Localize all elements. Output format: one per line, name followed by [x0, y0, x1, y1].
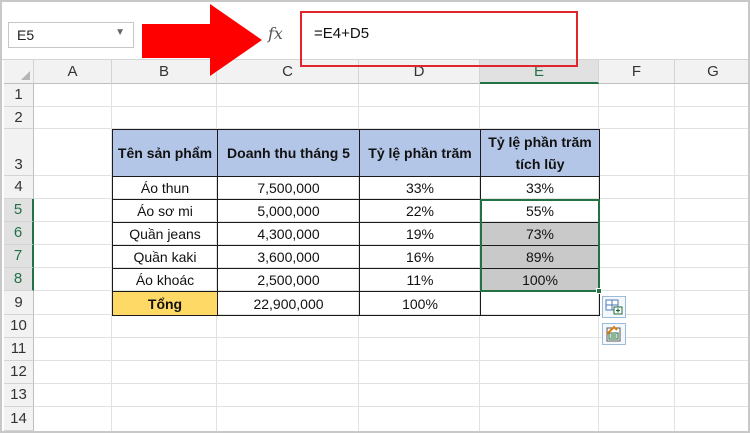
select-all-icon: [21, 71, 30, 80]
row-header-6[interactable]: 6: [4, 222, 34, 245]
cell-percentage[interactable]: 19%: [359, 222, 481, 246]
formula-input[interactable]: =E4+D5: [300, 11, 578, 67]
row-header-10[interactable]: 10: [4, 315, 34, 338]
row-header-14[interactable]: 14: [4, 407, 34, 431]
total-percentage[interactable]: 100%: [359, 291, 481, 316]
cell-product[interactable]: Quần kaki: [112, 245, 218, 269]
header-revenue[interactable]: Doanh thu tháng 5: [217, 129, 360, 177]
row-header-9[interactable]: 9: [4, 291, 34, 315]
row-header-5[interactable]: 5: [4, 199, 34, 222]
cell-cumulative[interactable]: 73%: [480, 222, 600, 246]
row-header-11[interactable]: 11: [4, 338, 34, 361]
cell-cumulative[interactable]: 100%: [480, 268, 600, 292]
cell-product[interactable]: Áo sơ mi: [112, 199, 218, 223]
cell-percentage[interactable]: 16%: [359, 245, 481, 269]
header-product-name[interactable]: Tên sản phẩm: [112, 129, 218, 177]
column-header-a[interactable]: A: [34, 60, 112, 84]
row-header-1[interactable]: 1: [4, 84, 34, 107]
cell-revenue[interactable]: 7,500,000: [217, 176, 360, 200]
paste-options-icon[interactable]: [602, 323, 626, 345]
header-percentage[interactable]: Tỷ lệ phần trăm: [359, 129, 481, 177]
row-header-8[interactable]: 8: [4, 268, 34, 291]
red-arrow-icon: [142, 4, 262, 76]
cell-product[interactable]: Quần jeans: [112, 222, 218, 246]
excel-window: E5 ▼ fx =E4+D5 A B C D E F G 1 2 3 4 5 6…: [0, 0, 750, 433]
cell-revenue[interactable]: 2,500,000: [217, 268, 360, 292]
header-cumulative-percentage[interactable]: Tỷ lệ phần trăm tích lũy: [480, 129, 600, 177]
row-header-13[interactable]: 13: [4, 384, 34, 407]
cell-percentage[interactable]: 11%: [359, 268, 481, 292]
name-box[interactable]: E5 ▼: [8, 22, 134, 48]
select-all-corner[interactable]: [4, 60, 34, 84]
cell-product[interactable]: Áo thun: [112, 176, 218, 200]
cell-cumulative[interactable]: 89%: [480, 245, 600, 269]
chevron-down-icon[interactable]: ▼: [115, 27, 125, 38]
cell-product[interactable]: Áo khoác: [112, 268, 218, 292]
cell-revenue[interactable]: 5,000,000: [217, 199, 360, 223]
row-header-2[interactable]: 2: [4, 107, 34, 129]
fill-handle[interactable]: [596, 288, 602, 294]
quick-analysis-icon[interactable]: [602, 296, 626, 318]
cell-percentage[interactable]: 33%: [359, 176, 481, 200]
cell-cumulative-active[interactable]: 55%: [480, 199, 600, 223]
column-header-f[interactable]: F: [599, 60, 675, 84]
row-header-4[interactable]: 4: [4, 176, 34, 199]
total-revenue[interactable]: 22,900,000: [217, 291, 360, 316]
cell-cumulative[interactable]: 33%: [480, 176, 600, 200]
name-box-value: E5: [17, 27, 35, 43]
cell-revenue[interactable]: 4,300,000: [217, 222, 360, 246]
total-label[interactable]: Tổng: [112, 291, 218, 316]
formula-text: =E4+D5: [314, 25, 370, 42]
row-header-12[interactable]: 12: [4, 361, 34, 384]
column-header-g[interactable]: G: [675, 60, 748, 84]
row-header-7[interactable]: 7: [4, 245, 34, 268]
row-header-3[interactable]: 3: [4, 129, 34, 176]
total-cumulative[interactable]: [480, 291, 600, 316]
cell-revenue[interactable]: 3,600,000: [217, 245, 360, 269]
cell-percentage[interactable]: 22%: [359, 199, 481, 223]
